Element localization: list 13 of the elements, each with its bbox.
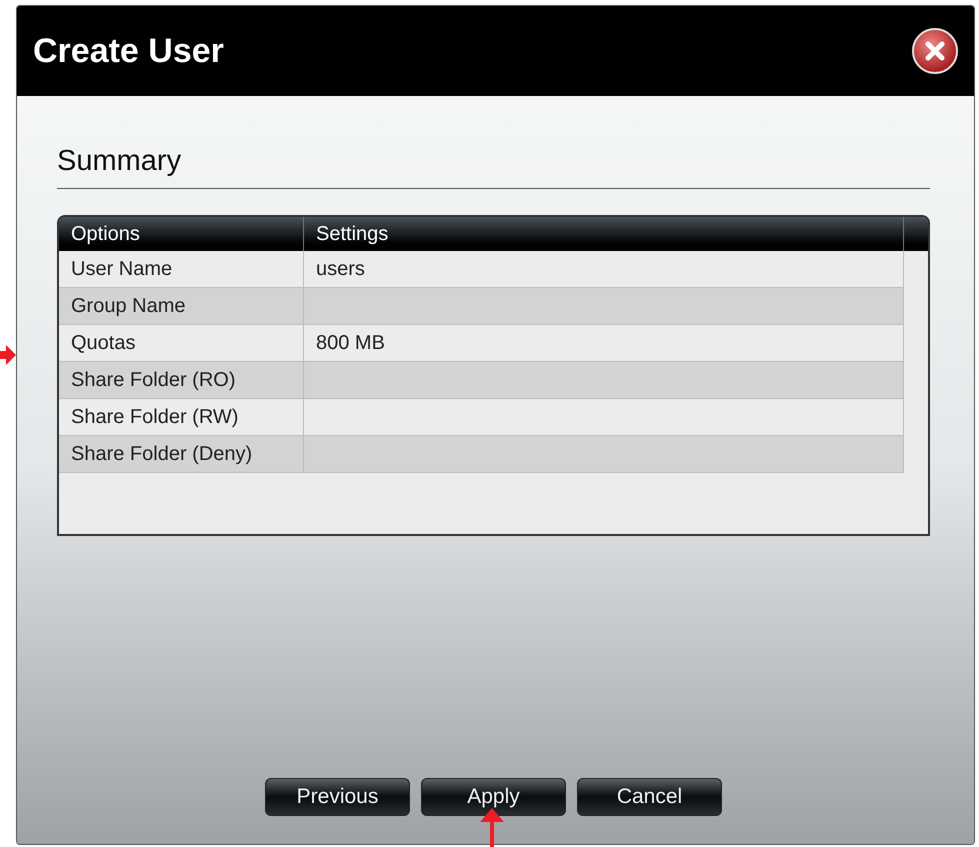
window-title: Create User (33, 30, 224, 72)
section-title: Summary (57, 140, 930, 188)
table-cell: 800 MB (304, 324, 904, 360)
table-cell: Share Folder (RW) (59, 398, 304, 434)
table-cell: users (304, 250, 904, 286)
table-cell: Quotas (59, 324, 304, 360)
dialog-button[interactable]: Apply (421, 778, 566, 816)
table-cell: User Name (59, 250, 304, 286)
table-cell: Share Folder (RO) (59, 362, 304, 398)
table-cell: Share Folder (Deny) (59, 436, 304, 472)
dialog-button[interactable]: Previous (265, 778, 410, 816)
dialog-button[interactable]: Cancel (577, 778, 722, 816)
table-cell: Group Name (59, 288, 304, 324)
